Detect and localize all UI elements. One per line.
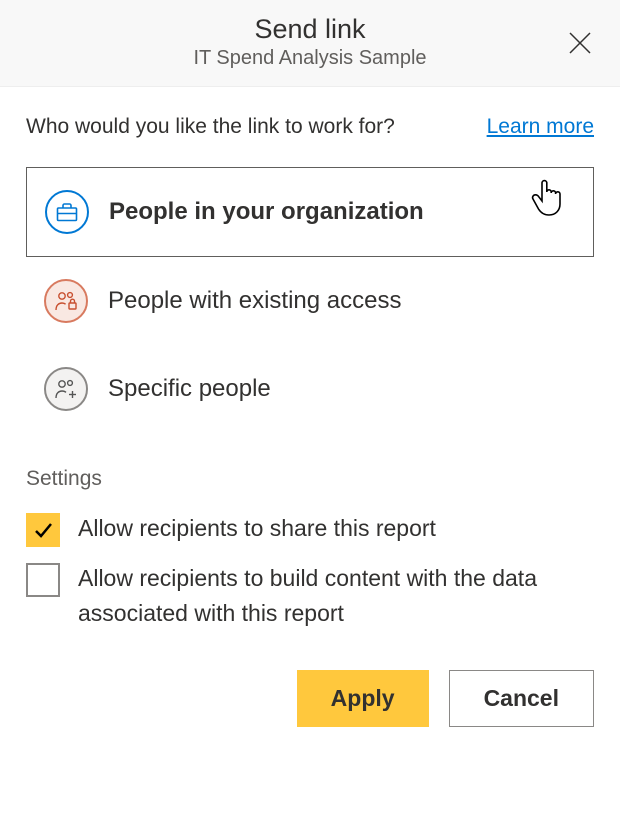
setting-allow-share: Allow recipients to share this report	[26, 511, 594, 547]
option-label: People with existing access	[108, 287, 401, 315]
prompt-row: Who would you like the link to work for?…	[26, 115, 594, 139]
apply-button[interactable]: Apply	[297, 670, 429, 727]
setting-allow-build: Allow recipients to build content with t…	[26, 561, 594, 630]
dialog-title: Send link	[20, 14, 600, 45]
dialog-subtitle: IT Spend Analysis Sample	[20, 47, 600, 70]
option-label: People in your organization	[109, 198, 424, 226]
cancel-button[interactable]: Cancel	[449, 670, 594, 727]
learn-more-link[interactable]: Learn more	[487, 115, 594, 139]
close-button[interactable]	[560, 23, 600, 63]
checkbox-label: Allow recipients to build content with t…	[78, 561, 594, 630]
briefcase-icon	[45, 190, 89, 234]
close-icon	[567, 30, 593, 56]
prompt-text: Who would you like the link to work for?	[26, 115, 395, 139]
option-people-in-org[interactable]: People in your organization	[26, 167, 594, 257]
dialog-header: Send link IT Spend Analysis Sample	[0, 0, 620, 87]
option-label: Specific people	[108, 375, 271, 403]
option-specific-people[interactable]: Specific people	[26, 345, 594, 433]
checkbox-label: Allow recipients to share this report	[78, 511, 436, 546]
button-row: Apply Cancel	[26, 670, 594, 727]
dialog-body: Who would you like the link to work for?…	[0, 87, 620, 755]
checkbox-allow-build[interactable]	[26, 563, 60, 597]
option-existing-access[interactable]: People with existing access	[26, 257, 594, 345]
settings-heading: Settings	[26, 467, 594, 491]
people-plus-icon	[44, 367, 88, 411]
people-lock-icon	[44, 279, 88, 323]
cursor-hand-icon	[529, 176, 569, 225]
checkbox-allow-share[interactable]	[26, 513, 60, 547]
